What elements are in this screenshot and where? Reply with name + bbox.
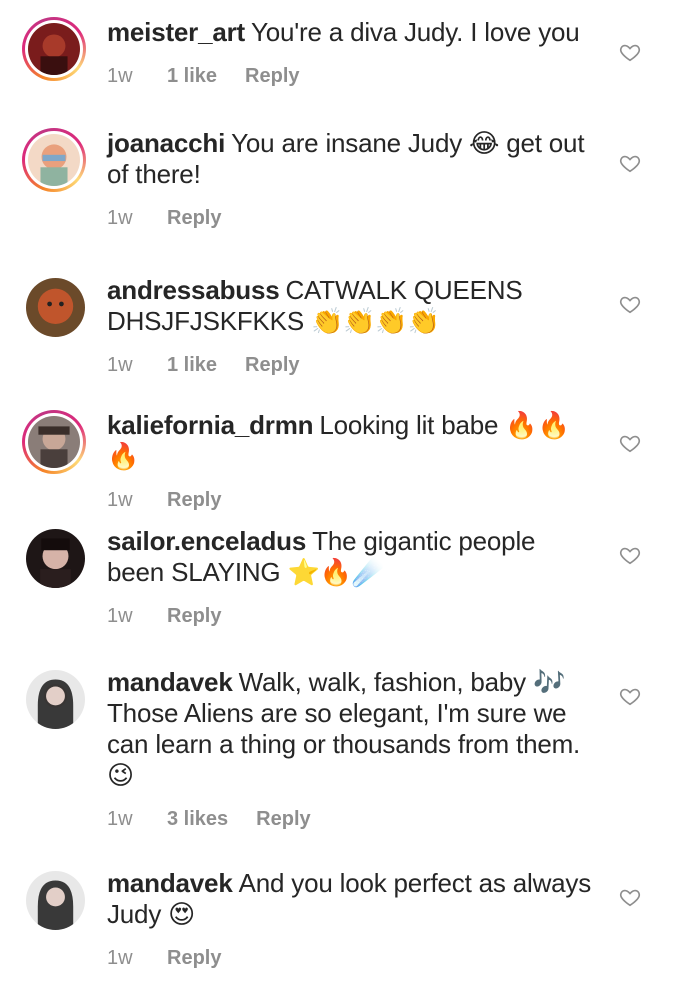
avatar-wrapper[interactable]	[26, 278, 85, 337]
avatar-wrapper[interactable]	[26, 529, 85, 588]
heart-outline-icon[interactable]	[619, 432, 641, 454]
reply-button[interactable]: Reply	[167, 489, 221, 512]
comment-meta: 1w 1 like Reply	[107, 351, 597, 379]
avatar	[28, 416, 80, 468]
heart-outline-icon[interactable]	[619, 41, 641, 63]
avatar	[26, 529, 85, 588]
comment-body: andressabuss CATWALK QUEENS DHSJFJSKFKKS …	[107, 275, 597, 379]
comment-username[interactable]: andressabuss	[107, 275, 280, 305]
comment-username[interactable]: mandavek	[107, 868, 233, 898]
comment-username[interactable]: meister_art	[107, 17, 245, 47]
reply-button[interactable]: Reply	[245, 65, 299, 88]
comment-likes[interactable]: 1 like	[167, 65, 217, 88]
avatar	[26, 871, 85, 930]
avatar	[28, 23, 80, 75]
comment-body: mandavek Walk, walk, fashion, baby 🎶 Thos…	[107, 667, 597, 833]
comment-time: 1w	[107, 64, 133, 87]
comment-time: 1w	[107, 807, 133, 830]
comment-text: mandavek And you look perfect as always J…	[107, 868, 597, 930]
comment-body: joanacchi You are insane Judy 😂 get out o…	[107, 128, 597, 232]
comment-meta: 1w Reply	[107, 486, 597, 514]
comment-time: 1w	[107, 353, 133, 376]
avatar-wrapper[interactable]	[26, 871, 85, 930]
reply-button[interactable]: Reply	[167, 605, 221, 628]
comment-text: joanacchi You are insane Judy 😂 get out o…	[107, 128, 597, 190]
comment-meta: 1w 1 like Reply	[107, 62, 597, 90]
comment-time: 1w	[107, 488, 133, 511]
avatar-story-ring[interactable]	[22, 128, 86, 192]
heart-outline-icon[interactable]	[619, 544, 641, 566]
comment-time: 1w	[107, 206, 133, 229]
comment-username[interactable]: sailor.enceladus	[107, 526, 306, 556]
comment-meta: 1w Reply	[107, 944, 597, 972]
heart-outline-icon[interactable]	[619, 886, 641, 908]
comment-message: You're a diva Judy. I love you	[251, 17, 580, 47]
reply-button[interactable]: Reply	[167, 947, 221, 970]
comment-time: 1w	[107, 604, 133, 627]
comment-time: 1w	[107, 946, 133, 969]
comment-meta: 1w 3 likes Reply	[107, 805, 597, 833]
avatar	[26, 278, 85, 337]
comment-username[interactable]: kaliefornia_drmn	[107, 410, 314, 440]
comment-likes[interactable]: 3 likes	[167, 808, 228, 831]
comment-username[interactable]: mandavek	[107, 667, 233, 697]
avatar	[28, 134, 80, 186]
comment-body: mandavek And you look perfect as always J…	[107, 868, 597, 972]
comment-body: meister_art You're a diva Judy. I love yo…	[107, 17, 597, 90]
avatar-wrapper[interactable]	[26, 670, 85, 729]
comment-likes[interactable]: 1 like	[167, 354, 217, 377]
comment-meta: 1w Reply	[107, 204, 597, 232]
comment-meta: 1w Reply	[107, 602, 597, 630]
comment-username[interactable]: joanacchi	[107, 128, 225, 158]
avatar-story-ring[interactable]	[22, 17, 86, 81]
comment-body: sailor.enceladus The gigantic people been…	[107, 526, 597, 630]
comment-text: andressabuss CATWALK QUEENS DHSJFJSKFKKS …	[107, 275, 597, 337]
comment-body: kaliefornia_drmn Looking lit babe 🔥🔥🔥 1w …	[107, 410, 597, 514]
avatar	[26, 670, 85, 729]
comment-text: meister_art You're a diva Judy. I love yo…	[107, 17, 597, 48]
avatar-story-ring[interactable]	[22, 410, 86, 474]
reply-button[interactable]: Reply	[256, 808, 310, 831]
heart-outline-icon[interactable]	[619, 293, 641, 315]
reply-button[interactable]: Reply	[245, 354, 299, 377]
reply-button[interactable]: Reply	[167, 207, 221, 230]
comment-text: kaliefornia_drmn Looking lit babe 🔥🔥🔥	[107, 410, 597, 472]
comment-text: mandavek Walk, walk, fashion, baby 🎶 Thos…	[107, 667, 597, 791]
comment-text: sailor.enceladus The gigantic people been…	[107, 526, 597, 588]
heart-outline-icon[interactable]	[619, 152, 641, 174]
heart-outline-icon[interactable]	[619, 685, 641, 707]
